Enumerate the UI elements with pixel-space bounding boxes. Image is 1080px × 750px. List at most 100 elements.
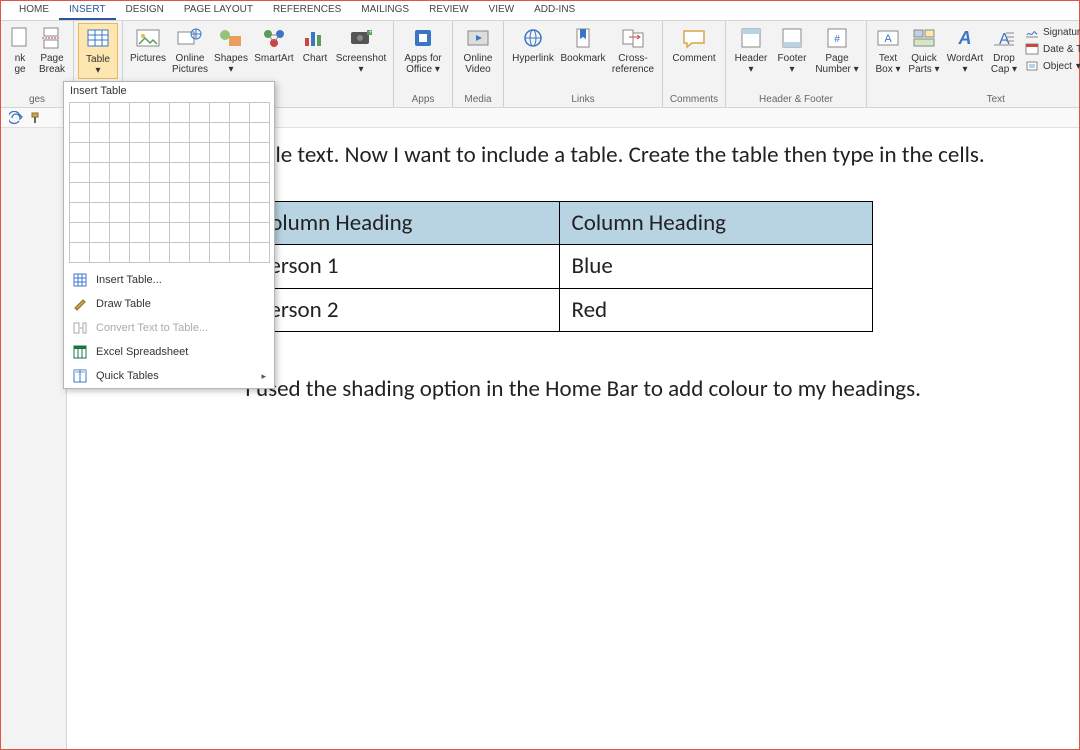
grid-cell[interactable]	[209, 122, 230, 143]
grid-cell[interactable]	[189, 162, 210, 183]
quick-parts-button[interactable]: QuickParts ▾	[905, 23, 943, 77]
hyperlink-button[interactable]: Hyperlink	[508, 23, 558, 66]
grid-cell[interactable]	[189, 142, 210, 163]
paragraph-1[interactable]: mple text. Now I want to include a table…	[245, 138, 1029, 173]
grid-cell[interactable]	[169, 102, 190, 123]
tab-references[interactable]: REFERENCES	[263, 1, 351, 20]
grid-cell[interactable]	[69, 242, 90, 263]
grid-cell[interactable]	[169, 222, 190, 243]
grid-cell[interactable]	[89, 142, 110, 163]
grid-cell[interactable]	[189, 242, 210, 263]
footer-button[interactable]: Footer▾	[772, 23, 812, 77]
grid-cell[interactable]	[89, 242, 110, 263]
grid-cell[interactable]	[149, 162, 170, 183]
grid-cell[interactable]	[229, 142, 250, 163]
grid-cell[interactable]	[249, 182, 270, 203]
menu-excel-spreadsheet[interactable]: Excel Spreadsheet	[64, 340, 274, 364]
smartart-button[interactable]: SmartArt	[251, 23, 297, 66]
grid-cell[interactable]	[149, 202, 170, 223]
grid-cell[interactable]	[169, 202, 190, 223]
grid-cell[interactable]	[149, 222, 170, 243]
pictures-button[interactable]: Pictures	[127, 23, 169, 66]
paragraph-2[interactable]: I used the shading option in the Home Ba…	[245, 372, 1029, 407]
tab-review[interactable]: REVIEW	[419, 1, 478, 20]
grid-cell[interactable]	[149, 242, 170, 263]
date-time-button[interactable]: Date & Time	[1025, 42, 1080, 56]
grid-cell[interactable]	[69, 202, 90, 223]
grid-cell[interactable]	[89, 122, 110, 143]
grid-cell[interactable]	[129, 242, 150, 263]
grid-cell[interactable]	[209, 142, 230, 163]
grid-cell[interactable]	[189, 222, 210, 243]
grid-cell[interactable]	[229, 162, 250, 183]
grid-cell[interactable]	[109, 242, 130, 263]
grid-cell[interactable]	[209, 162, 230, 183]
grid-cell[interactable]	[89, 102, 110, 123]
grid-cell[interactable]	[229, 202, 250, 223]
grid-cell[interactable]	[169, 162, 190, 183]
object-button[interactable]: Object ▾	[1025, 59, 1080, 73]
tab-view[interactable]: VIEW	[479, 1, 525, 20]
wordart-button[interactable]: AWordArt▾	[943, 23, 987, 77]
redo-icon[interactable]	[9, 111, 23, 125]
table-button[interactable]: Table▾	[78, 23, 118, 79]
grid-cell[interactable]	[109, 102, 130, 123]
grid-cell[interactable]	[109, 142, 130, 163]
grid-cell[interactable]	[169, 182, 190, 203]
table-cell[interactable]: Person 2	[246, 288, 560, 332]
tab-design[interactable]: DESIGN	[116, 1, 174, 20]
grid-cell[interactable]	[229, 222, 250, 243]
menu-draw-table[interactable]: Draw Table	[64, 292, 274, 316]
grid-cell[interactable]	[209, 102, 230, 123]
grid-cell[interactable]	[149, 142, 170, 163]
screenshot-button[interactable]: +Screenshot▾	[333, 23, 389, 77]
grid-cell[interactable]	[189, 202, 210, 223]
grid-cell[interactable]	[109, 122, 130, 143]
online-pictures-button[interactable]: OnlinePictures	[169, 23, 211, 77]
tab-addins[interactable]: ADD-INS	[524, 1, 585, 20]
drop-cap-button[interactable]: ADropCap ▾	[987, 23, 1021, 77]
table-cell[interactable]: Person 1	[246, 245, 560, 289]
chart-button[interactable]: Chart	[297, 23, 333, 66]
grid-cell[interactable]	[249, 202, 270, 223]
tab-mailings[interactable]: MAILINGS	[351, 1, 419, 20]
format-painter-icon[interactable]	[29, 111, 43, 125]
grid-cell[interactable]	[69, 182, 90, 203]
grid-cell[interactable]	[149, 182, 170, 203]
page-number-button[interactable]: #PageNumber ▾	[812, 23, 862, 77]
menu-quick-tables[interactable]: Quick Tables▸	[64, 364, 274, 388]
grid-cell[interactable]	[229, 242, 250, 263]
grid-cell[interactable]	[189, 102, 210, 123]
table-cell[interactable]: Blue	[559, 245, 873, 289]
grid-cell[interactable]	[109, 202, 130, 223]
grid-cell[interactable]	[209, 222, 230, 243]
grid-cell[interactable]	[129, 162, 150, 183]
grid-cell[interactable]	[129, 182, 150, 203]
grid-cell[interactable]	[129, 142, 150, 163]
sample-table[interactable]: Column Heading Column Heading Person 1 B…	[245, 201, 873, 333]
cross-reference-button[interactable]: Cross-reference	[608, 23, 658, 77]
grid-cell[interactable]	[69, 102, 90, 123]
menu-insert-table[interactable]: Insert Table...	[64, 268, 274, 292]
grid-cell[interactable]	[109, 182, 130, 203]
grid-cell[interactable]	[69, 142, 90, 163]
grid-cell[interactable]	[209, 242, 230, 263]
grid-cell[interactable]	[169, 142, 190, 163]
table-cell[interactable]: Red	[559, 288, 873, 332]
grid-cell[interactable]	[109, 162, 130, 183]
apps-for-office-button[interactable]: Apps forOffice ▾	[398, 23, 448, 77]
grid-cell[interactable]	[89, 202, 110, 223]
grid-cell[interactable]	[109, 222, 130, 243]
grid-cell[interactable]	[249, 122, 270, 143]
header-button[interactable]: Header▾	[730, 23, 772, 77]
bookmark-button[interactable]: Bookmark	[558, 23, 608, 66]
grid-cell[interactable]	[69, 222, 90, 243]
grid-cell[interactable]	[249, 242, 270, 263]
grid-cell[interactable]	[129, 222, 150, 243]
grid-cell[interactable]	[249, 222, 270, 243]
table-size-grid[interactable]	[64, 100, 274, 268]
tab-insert[interactable]: INSERT	[59, 1, 116, 20]
grid-cell[interactable]	[229, 122, 250, 143]
grid-cell[interactable]	[129, 122, 150, 143]
grid-cell[interactable]	[129, 202, 150, 223]
